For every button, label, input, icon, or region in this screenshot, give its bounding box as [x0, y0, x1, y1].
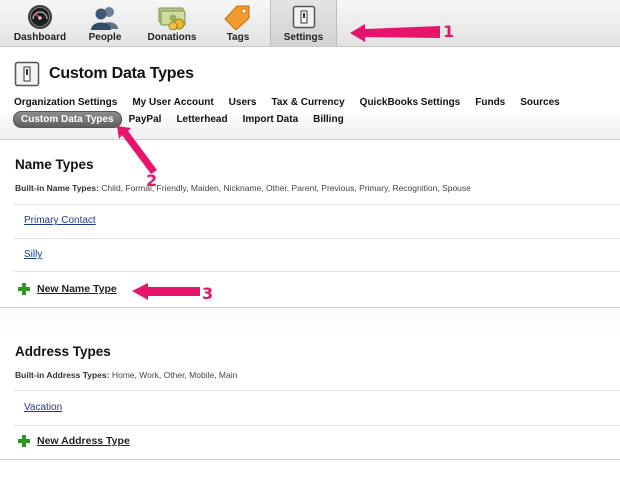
annotation-label-3: 3 — [202, 284, 213, 303]
subnav-import-data[interactable]: Import Data — [243, 114, 299, 125]
address-type-link[interactable]: Vacation — [24, 402, 62, 413]
subnav-row-2: Custom Data Types PayPal Letterhead Impo… — [13, 110, 575, 128]
name-type-link[interactable]: Silly — [24, 249, 42, 260]
money-icon — [157, 3, 187, 31]
plus-icon — [18, 283, 30, 295]
subnav-letterhead[interactable]: Letterhead — [176, 114, 227, 125]
nav-label: Donations — [147, 32, 197, 43]
new-address-type-button[interactable]: New Address Type — [18, 435, 130, 447]
subnav-billing[interactable]: Billing — [313, 114, 344, 125]
subnav-quickbooks-settings[interactable]: QuickBooks Settings — [360, 97, 461, 108]
top-navigation: Dashboard People Donations Tags Settings — [0, 0, 620, 47]
nav-label: Settings — [283, 32, 324, 43]
subnav-sources[interactable]: Sources — [520, 97, 559, 108]
plus-icon — [18, 435, 30, 447]
builtin-address-types-label: Built-in Address Types: — [15, 370, 110, 380]
divider — [14, 238, 620, 239]
settings-panel-icon — [289, 3, 319, 31]
subnav-paypal[interactable]: PayPal — [129, 114, 162, 125]
page-title: Custom Data Types — [49, 65, 194, 82]
new-name-type-button[interactable]: New Name Type — [18, 283, 117, 295]
builtin-address-types: Built-in Address Types: Home, Work, Othe… — [15, 370, 237, 380]
builtin-name-types-label: Built-in Name Types: — [15, 183, 99, 193]
divider — [14, 204, 620, 205]
people-icon — [90, 3, 120, 31]
subnav-users[interactable]: Users — [229, 97, 257, 108]
name-type-link[interactable]: Primary Contact — [24, 215, 96, 226]
name-types-title: Name Types — [15, 157, 94, 172]
tag-icon — [223, 3, 253, 31]
divider — [14, 390, 620, 391]
builtin-name-types: Built-in Name Types: Child, Formal, Frie… — [15, 183, 471, 193]
subnav-custom-data-types[interactable]: Custom Data Types — [13, 110, 122, 128]
annotation-arrow-3 — [132, 283, 200, 300]
divider — [14, 425, 620, 426]
section-spacer — [0, 308, 620, 338]
nav-label: Tags — [226, 32, 250, 43]
page-header: Custom Data Types — [14, 61, 194, 87]
nav-tags[interactable]: Tags — [220, 0, 256, 46]
subnav-tax-currency[interactable]: Tax & Currency — [271, 97, 344, 108]
section-divider — [0, 459, 620, 460]
settings-subnav: Organization Settings My User Account Us… — [13, 94, 575, 128]
subnav-funds[interactable]: Funds — [475, 97, 505, 108]
new-name-type-label: New Name Type — [37, 283, 117, 295]
nav-donations[interactable]: Donations — [142, 0, 202, 46]
dashboard-gauge-icon — [25, 3, 55, 31]
nav-settings[interactable]: Settings — [270, 0, 337, 46]
nav-dashboard[interactable]: Dashboard — [10, 0, 70, 46]
divider — [14, 271, 620, 272]
address-types-title: Address Types — [15, 344, 111, 359]
builtin-name-types-values: Child, Formal, Friendly, Maiden, Nicknam… — [101, 183, 471, 193]
subnav-organization-settings[interactable]: Organization Settings — [14, 97, 117, 108]
settings-panel-icon — [14, 61, 40, 87]
nav-label: Dashboard — [13, 32, 67, 43]
subnav-row-1: Organization Settings My User Account Us… — [14, 94, 575, 110]
subnav-my-user-account[interactable]: My User Account — [132, 97, 213, 108]
new-address-type-label: New Address Type — [37, 435, 130, 447]
nav-people[interactable]: People — [82, 0, 128, 46]
nav-label: People — [88, 32, 122, 43]
builtin-address-types-values: Home, Work, Other, Mobile, Main — [111, 370, 238, 380]
